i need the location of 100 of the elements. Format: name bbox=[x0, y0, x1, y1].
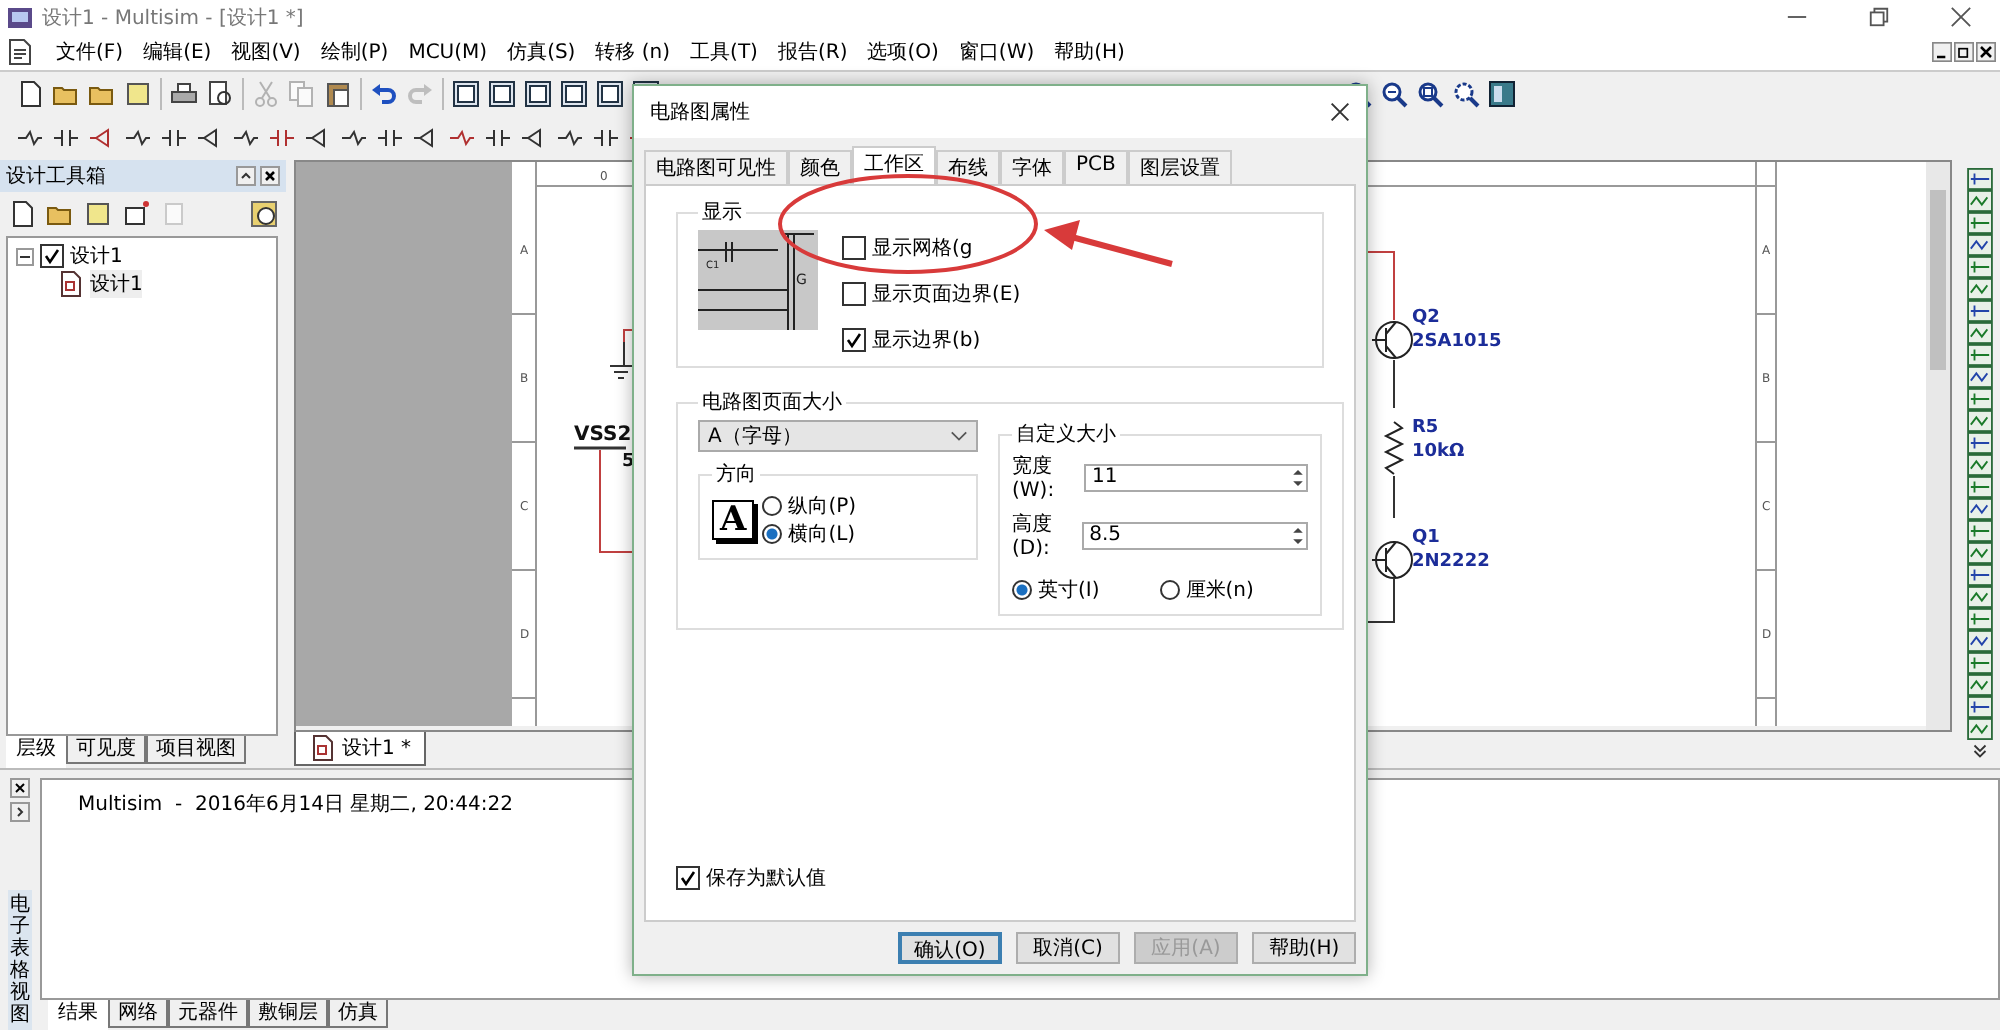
zoom-out-icon[interactable] bbox=[1380, 80, 1408, 108]
zoom-fit-icon[interactable] bbox=[1452, 80, 1480, 108]
panel-tab[interactable]: 项目视图 bbox=[146, 736, 246, 764]
menu-item[interactable]: 仿真(S) bbox=[497, 38, 586, 66]
close-icon[interactable] bbox=[10, 778, 30, 798]
menu-item[interactable]: 窗口(W) bbox=[948, 38, 1045, 66]
panel-icon[interactable] bbox=[524, 80, 552, 108]
width-field[interactable]: 11 bbox=[1084, 463, 1309, 491]
paste-icon[interactable] bbox=[324, 80, 352, 108]
window-icon[interactable] bbox=[122, 200, 150, 228]
new-document-icon[interactable] bbox=[16, 80, 44, 108]
dialog-button[interactable]: 确认(O) bbox=[898, 932, 1002, 964]
save-icon[interactable] bbox=[84, 200, 112, 228]
component-symbol-icon[interactable] bbox=[52, 124, 80, 152]
document-tab[interactable]: 设计1 * bbox=[294, 732, 426, 766]
height-field[interactable]: 8.5 bbox=[1081, 521, 1309, 549]
menu-item[interactable]: MCU(M) bbox=[398, 41, 498, 63]
panel-icon[interactable] bbox=[1488, 80, 1516, 108]
dialog-button[interactable]: 取消(C) bbox=[1016, 932, 1120, 964]
checkbox[interactable] bbox=[40, 244, 64, 268]
dialog-button[interactable]: 帮助(H) bbox=[1252, 932, 1356, 964]
print-preview-icon[interactable] bbox=[206, 80, 234, 108]
menu-item[interactable]: 报告(R) bbox=[767, 38, 858, 66]
restore-icon[interactable] bbox=[1868, 6, 1890, 28]
menu-item[interactable]: 工具(T) bbox=[680, 38, 768, 66]
radio-button[interactable] bbox=[762, 524, 783, 544]
component-symbol-icon[interactable] bbox=[124, 124, 152, 152]
clock-icon[interactable] bbox=[250, 200, 278, 228]
restore-icon[interactable] bbox=[1954, 42, 1974, 62]
menu-item[interactable]: 绘制(P) bbox=[310, 38, 399, 66]
instrument-icon[interactable] bbox=[1966, 564, 1994, 586]
instrument-icon[interactable] bbox=[1966, 652, 1994, 674]
radio-button[interactable] bbox=[1159, 580, 1180, 600]
panel-tab[interactable]: 层级 bbox=[6, 736, 66, 768]
panel-tab[interactable]: 敷铜层 bbox=[248, 1000, 328, 1028]
instrument-icon[interactable] bbox=[1966, 168, 1994, 190]
radio-label[interactable]: 英寸(I) bbox=[1038, 576, 1100, 604]
panel-icon[interactable] bbox=[596, 80, 624, 108]
checkbox[interactable] bbox=[842, 282, 866, 306]
checkbox-label[interactable]: 显示页面边界(E) bbox=[872, 280, 1021, 308]
instrument-icon[interactable] bbox=[1966, 212, 1994, 234]
menu-item[interactable]: 视图(V) bbox=[221, 38, 311, 66]
spinner-arrows-icon[interactable] bbox=[1290, 465, 1307, 489]
radio-label[interactable]: 横向(L) bbox=[788, 520, 856, 548]
panel-icon[interactable] bbox=[452, 80, 480, 108]
tree-toggle-icon[interactable] bbox=[16, 247, 34, 265]
instrument-icon[interactable] bbox=[1966, 674, 1994, 696]
checkbox-label[interactable]: 显示边界(b) bbox=[872, 326, 981, 354]
panel-tab[interactable]: 可见度 bbox=[66, 736, 146, 764]
checkbox[interactable] bbox=[842, 328, 866, 352]
component-symbol-icon[interactable] bbox=[160, 124, 188, 152]
printer-icon[interactable] bbox=[170, 80, 198, 108]
instrument-icon[interactable] bbox=[1966, 542, 1994, 564]
component-symbol-icon[interactable] bbox=[16, 124, 44, 152]
menu-item[interactable]: 编辑(E) bbox=[133, 38, 222, 66]
dialog-tab[interactable]: 电路图可见性 bbox=[644, 150, 788, 184]
instrument-icon[interactable] bbox=[1966, 432, 1994, 454]
close-icon[interactable] bbox=[1950, 6, 1972, 28]
scrollbar[interactable] bbox=[1926, 162, 1950, 730]
instrument-icon[interactable] bbox=[1966, 608, 1994, 630]
checkbox[interactable] bbox=[676, 866, 700, 890]
radio-button[interactable] bbox=[1012, 580, 1032, 600]
instrument-icon[interactable] bbox=[1966, 696, 1994, 718]
dialog-tab[interactable]: 图层设置 bbox=[1127, 150, 1232, 184]
instrument-icon[interactable] bbox=[1966, 454, 1994, 476]
instrument-icon[interactable] bbox=[1966, 718, 1994, 740]
tree-item[interactable]: 设计1 bbox=[70, 242, 123, 270]
radio-label[interactable]: 厘米(n) bbox=[1185, 576, 1254, 604]
save-icon[interactable] bbox=[124, 80, 152, 108]
checkbox-label[interactable]: 保存为默认值 bbox=[706, 864, 826, 892]
tree-item[interactable]: 设计1 bbox=[90, 270, 143, 298]
collapse-icon[interactable] bbox=[236, 166, 256, 186]
instrument-icon[interactable] bbox=[1966, 498, 1994, 520]
dialog-tab[interactable]: 字体 bbox=[1000, 150, 1064, 184]
menu-item[interactable]: 选项(O) bbox=[857, 38, 949, 66]
component-symbol-icon[interactable] bbox=[340, 124, 368, 152]
expand-icon[interactable] bbox=[10, 802, 30, 822]
instrument-icon[interactable] bbox=[1966, 520, 1994, 542]
instrument-icon[interactable] bbox=[1966, 366, 1994, 388]
dialog-tab[interactable]: PCB bbox=[1064, 150, 1128, 184]
instrument-icon[interactable] bbox=[1966, 630, 1994, 652]
menu-item[interactable]: 帮助(H) bbox=[1044, 38, 1135, 66]
component-symbol-icon[interactable] bbox=[448, 124, 476, 152]
instrument-icon[interactable] bbox=[1966, 388, 1994, 410]
component-symbol-icon[interactable] bbox=[484, 124, 512, 152]
close-icon[interactable] bbox=[1976, 42, 1996, 62]
radio-label[interactable]: 纵向(P) bbox=[788, 492, 857, 520]
instrument-icon[interactable] bbox=[1966, 256, 1994, 278]
component-symbol-icon[interactable] bbox=[376, 124, 404, 152]
menu-item[interactable]: 文件(F) bbox=[46, 38, 134, 66]
panel-tab[interactable]: 仿真 bbox=[328, 1000, 388, 1028]
radio-button[interactable] bbox=[762, 496, 783, 516]
minimize-icon[interactable] bbox=[1932, 42, 1952, 62]
component-symbol-icon[interactable] bbox=[268, 124, 296, 152]
instrument-icon[interactable] bbox=[1966, 344, 1994, 366]
component-symbol-icon[interactable] bbox=[556, 124, 584, 152]
undo-icon[interactable] bbox=[370, 80, 398, 108]
zoom-area-icon[interactable] bbox=[1416, 80, 1444, 108]
spinner-arrows-icon[interactable] bbox=[1290, 523, 1307, 547]
instrument-icon[interactable] bbox=[1966, 234, 1994, 256]
